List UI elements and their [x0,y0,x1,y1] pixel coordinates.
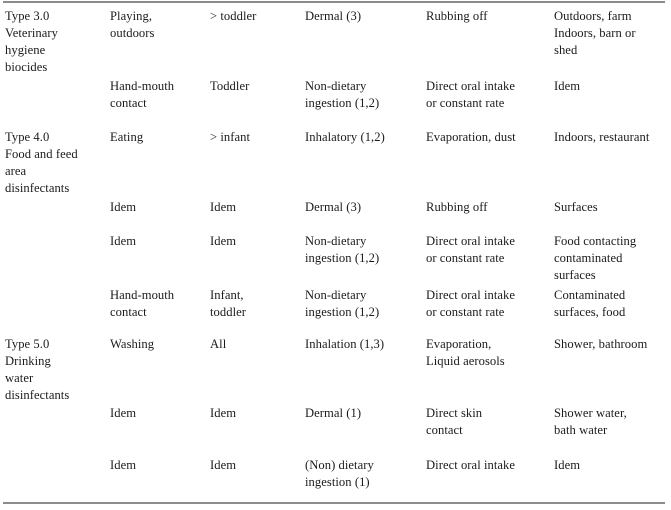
exposure-scenarios-table: Type 3.0 Veterinary hygiene biocides Pla… [0,0,671,510]
cell-setting: Shower water, bath water [554,406,627,437]
cell-route: Dermal (3) [305,200,362,214]
cell-activity: Hand-mouth contact [110,79,175,110]
cell-route: Non-dietary ingestion (1,2) [305,288,380,319]
cell-setting: Idem [554,458,581,472]
cell-setting: Outdoors, farm Indoors, barn or shed [554,9,636,57]
cell-activity: Idem [110,234,137,248]
cell-route: Non-dietary ingestion (1,2) [305,234,380,265]
cell-route: Inhalation (1,3) [305,337,385,351]
cell-mechanism: Direct oral intake or constant rate [426,79,516,110]
cell-setting: Shower, bathroom [554,337,648,351]
cell-mechanism: Evaporation, Liquid aerosols [426,337,505,368]
cell-population: Idem [210,200,237,214]
cell-mechanism: Evaporation, dust [426,130,516,144]
cell-setting: Food contacting contaminated surfaces [554,234,637,282]
cell-mechanism: Rubbing off [426,9,488,23]
cell-activity: Washing [110,337,155,351]
cell-population: > toddler [210,9,257,23]
cell-activity: Idem [110,406,137,420]
cell-route: (Non) dietary ingestion (1) [305,458,374,489]
cell-activity: Eating [110,130,144,144]
cell-population: > infant [210,130,251,144]
cell-route: Non-dietary ingestion (1,2) [305,79,380,110]
cell-population: Idem [210,406,237,420]
cell-activity: Idem [110,458,137,472]
table-bottom-rule [3,502,665,504]
cell-population: Idem [210,458,237,472]
table-top-rule [3,1,665,3]
cell-mechanism: Rubbing off [426,200,488,214]
cell-population: All [210,337,227,351]
cell-mechanism: Direct oral intake or constant rate [426,288,516,319]
cell-setting: Contaminated surfaces, food [554,288,626,319]
cell-mechanism: Direct oral intake [426,458,516,472]
cell-population: Idem [210,234,237,248]
group-label-type-4: Type 4.0 Food and feed area disinfectant… [5,130,78,195]
cell-activity: Playing, outdoors [110,9,155,40]
cell-route: Inhalatory (1,2) [305,130,385,144]
group-label-type-3: Type 3.0 Veterinary hygiene biocides [5,9,58,74]
cell-activity: Idem [110,200,137,214]
cell-mechanism: Direct oral intake or constant rate [426,234,516,265]
cell-setting: Indoors, restaurant [554,130,650,144]
cell-mechanism: Direct skin contact [426,406,483,437]
cell-setting: Surfaces [554,200,598,214]
cell-route: Dermal (3) [305,9,362,23]
cell-population: Infant, toddler [210,288,247,319]
group-label-type-5: Type 5.0 Drinking water disinfectants [5,337,70,402]
cell-route: Dermal (1) [305,406,362,420]
cell-setting: Idem [554,79,581,93]
cell-activity: Hand-mouth contact [110,288,175,319]
cell-population: Toddler [210,79,250,93]
